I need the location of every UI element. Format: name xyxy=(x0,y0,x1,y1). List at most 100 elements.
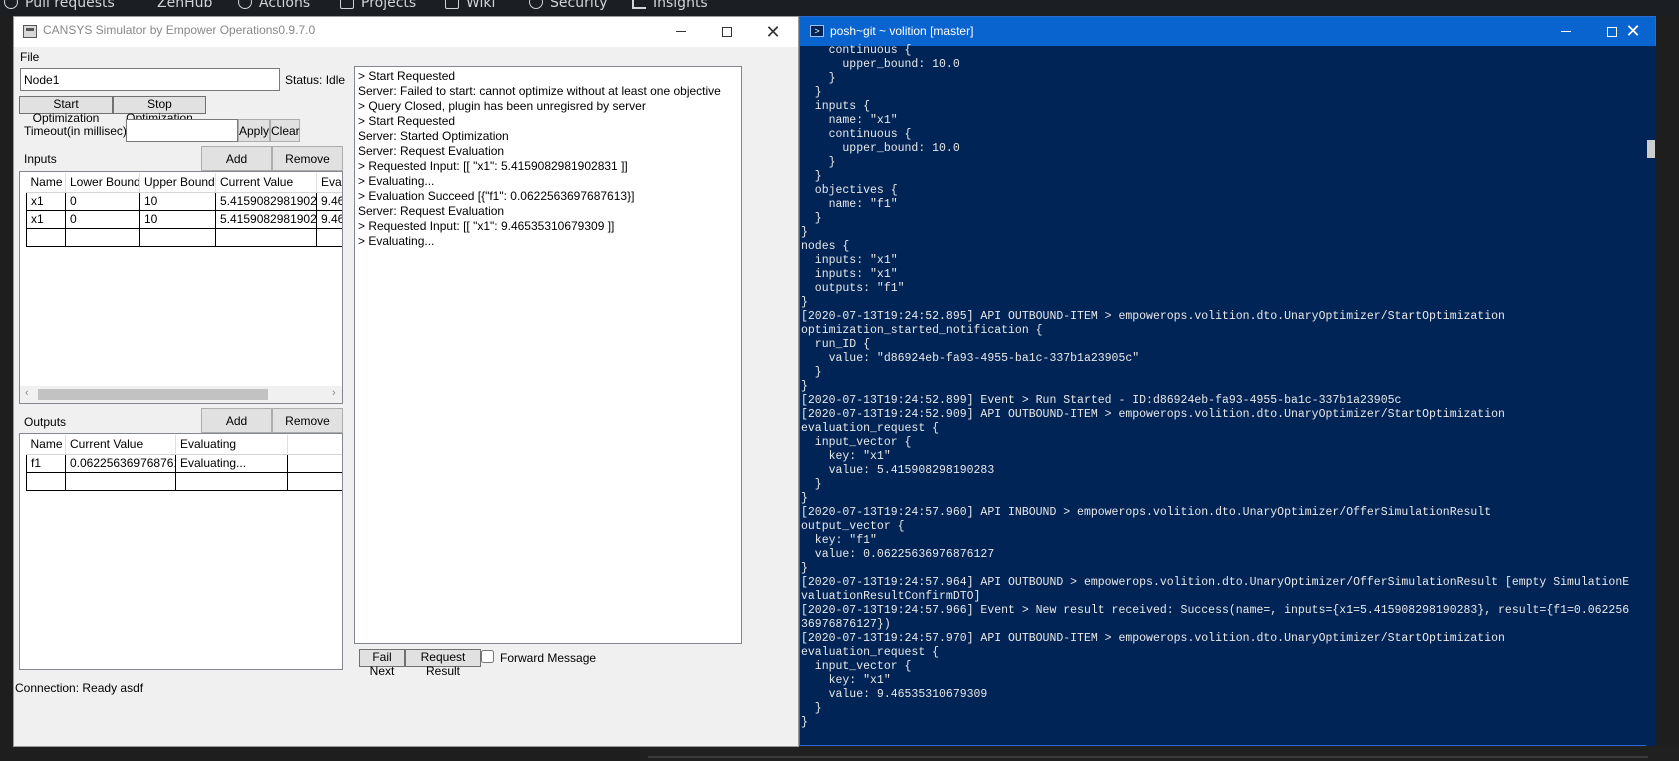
scroll-left-icon[interactable]: ‹ xyxy=(25,387,29,399)
terminal-scrollbar[interactable] xyxy=(1646,46,1656,746)
col-header-upper-bound[interactable]: Upper Bound xyxy=(139,173,216,193)
terminal-line: [2020-07-13T19:24:52.895] API OUTBOUND-I… xyxy=(801,310,1505,323)
maximize-icon xyxy=(722,26,732,37)
cell[interactable] xyxy=(287,471,342,491)
scrollbar-thumb[interactable] xyxy=(1647,140,1655,158)
cell[interactable] xyxy=(26,471,66,491)
cell[interactable]: x1 xyxy=(26,209,66,229)
outputs-label: Outputs xyxy=(24,415,67,429)
cell[interactable] xyxy=(175,471,288,491)
terminal-line: } xyxy=(801,156,836,169)
col-header-current-value[interactable]: Current Value xyxy=(215,173,317,193)
col-header-lower-bound[interactable]: Lower Bound xyxy=(65,173,140,193)
forward-message-checkbox[interactable] xyxy=(481,650,494,663)
book-icon xyxy=(445,0,459,9)
table-row[interactable]: x1 0 10 5.41590829819028 9.465 xyxy=(26,209,342,229)
terminal-output[interactable]: continuous { upper_bound: 10.0 } } input… xyxy=(801,44,1646,746)
terminal-line: } xyxy=(801,170,822,183)
terminal-line: valuationResultConfirmDTO] xyxy=(801,590,981,603)
terminal-line: inputs { xyxy=(801,100,871,113)
nav-pull-requests[interactable]: Pull requests xyxy=(4,0,115,11)
table-row[interactable]: f1 0.0622563697687613 Evaluating... xyxy=(26,453,342,473)
add-input-button[interactable]: Add xyxy=(201,146,272,171)
minimize-icon xyxy=(1561,31,1571,33)
terminal-line: inputs: "x1" xyxy=(801,268,898,281)
terminal-title: posh~git ~ volition [master] xyxy=(830,24,974,38)
cell[interactable]: 0 xyxy=(65,209,140,229)
remove-output-button[interactable]: Remove xyxy=(272,408,343,433)
remove-input-button[interactable]: Remove xyxy=(272,146,343,171)
fail-next-button[interactable]: Fail Next xyxy=(359,649,405,678)
new-row[interactable] xyxy=(26,227,342,247)
cell[interactable]: x1 xyxy=(26,191,66,211)
maximize-button[interactable] xyxy=(704,17,750,47)
nav-security[interactable]: Security xyxy=(529,0,608,11)
cell[interactable] xyxy=(139,227,216,247)
cell[interactable] xyxy=(316,227,342,247)
menu-file[interactable]: File xyxy=(20,50,39,64)
terminal-line: [2020-07-13T19:24:57.964] API OUTBOUND >… xyxy=(801,576,1630,589)
request-result-button[interactable]: Request Result xyxy=(405,649,481,678)
terminal-line: [2020-07-13T19:24:57.970] API OUTBOUND-I… xyxy=(801,632,1505,645)
log-line: Server: Started Optimization xyxy=(358,129,509,143)
terminal-line: key: "x1" xyxy=(801,450,891,463)
terminal-line: value: 5.415908298190283 xyxy=(801,464,995,477)
new-row[interactable] xyxy=(26,471,342,491)
cell[interactable]: 10 xyxy=(139,209,216,229)
cell[interactable]: 9.465 xyxy=(316,191,342,211)
cell[interactable]: f1 xyxy=(26,453,66,473)
col-header-name[interactable]: Name xyxy=(26,173,66,193)
cell[interactable]: 5.41590829819028 xyxy=(215,191,317,211)
start-optimization-button[interactable]: Start Optimization xyxy=(19,96,113,125)
cell[interactable]: 5.41590829819028 xyxy=(215,209,317,229)
terminal-line: } xyxy=(801,212,822,225)
terminal-line: value: 9.46535310679309 xyxy=(801,688,988,701)
clear-button[interactable]: Clear xyxy=(270,119,300,142)
col-header-evaluating[interactable]: Evalu xyxy=(316,173,342,193)
inputs-horizontal-scrollbar[interactable]: ‹ › xyxy=(20,386,342,403)
message-log[interactable]: > Start Requested Server: Failed to star… xyxy=(354,66,742,644)
nav-label: Projects xyxy=(361,0,417,11)
scrollbar-thumb[interactable] xyxy=(38,389,268,400)
node-name-input[interactable] xyxy=(20,68,280,91)
cell[interactable] xyxy=(26,227,66,247)
cell[interactable]: 0.0622563697687613 xyxy=(65,453,176,473)
terminal-line: run_ID { xyxy=(801,338,871,351)
cell[interactable]: Evaluating... xyxy=(175,453,288,473)
log-line: > Query Closed, plugin has been unregisr… xyxy=(358,99,646,113)
outputs-grid: Name Current Value Evaluating f1 0.06225… xyxy=(19,433,343,670)
cell[interactable] xyxy=(65,227,140,247)
shield-icon xyxy=(529,0,543,9)
window-title: CANSYS Simulator by Empower Operations0.… xyxy=(43,23,316,37)
stop-optimization-button[interactable]: Stop Optimization xyxy=(113,96,206,125)
nav-actions[interactable]: Actions xyxy=(238,0,310,11)
terminal-line: value: "d86924eb-fa93-4955-ba1c-337b1a23… xyxy=(801,352,1140,365)
col-header-current-value[interactable]: Current Value xyxy=(65,435,176,455)
nav-insights[interactable]: Insights xyxy=(632,0,708,11)
cell[interactable] xyxy=(287,453,342,473)
apply-button[interactable]: Apply xyxy=(238,119,270,142)
timeout-input[interactable] xyxy=(126,119,238,142)
nav-wiki[interactable]: Wiki xyxy=(445,0,495,11)
cell[interactable]: 0 xyxy=(65,191,140,211)
nav-label: ZenHub xyxy=(157,0,213,11)
log-line: > Evaluating... xyxy=(358,174,435,188)
terminal-minimize-button[interactable] xyxy=(1543,17,1589,46)
col-header-name[interactable]: Name xyxy=(26,435,66,455)
col-header-evaluating[interactable]: Evaluating xyxy=(175,435,288,455)
cell[interactable]: 10 xyxy=(139,191,216,211)
cell[interactable] xyxy=(65,471,176,491)
minimize-button[interactable] xyxy=(658,17,704,47)
nav-label: Wiki xyxy=(466,0,496,11)
add-output-button[interactable]: Add xyxy=(201,408,272,433)
close-button[interactable]: ✕ xyxy=(750,17,796,47)
terminal-close-button[interactable]: ✕ xyxy=(1610,17,1656,46)
cell[interactable]: 9.465 xyxy=(316,209,342,229)
nav-zenhub[interactable]: ZenHub xyxy=(157,0,212,11)
terminal-line: } xyxy=(801,72,836,85)
cell[interactable] xyxy=(215,227,317,247)
scroll-right-icon[interactable]: › xyxy=(332,387,336,399)
table-row[interactable]: x1 0 10 5.41590829819028 9.465 xyxy=(26,191,342,211)
nav-projects[interactable]: Projects xyxy=(340,0,416,11)
terminal-line: [2020-07-13T19:24:57.960] API INBOUND > … xyxy=(801,506,1492,519)
